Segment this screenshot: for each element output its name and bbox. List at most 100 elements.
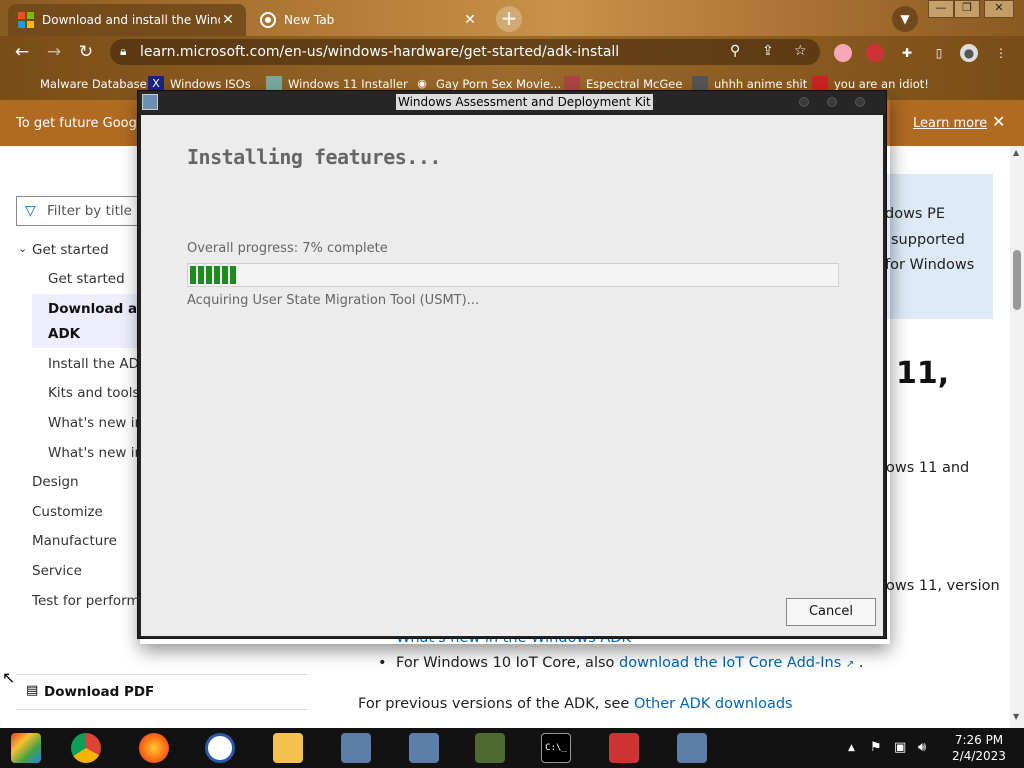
volume-icon[interactable]: 🔊︎ — [918, 740, 926, 755]
filter-input[interactable]: ▽ Filter by title — [16, 196, 156, 226]
start-logo-icon — [11, 733, 41, 763]
progress-block — [190, 266, 196, 284]
chevron-down-icon[interactable]: ⌄ — [18, 242, 27, 255]
bookmark-star-icon[interactable]: ☆ — [794, 43, 807, 59]
tab-adk-install[interactable]: Download and install the Windows ✕ — [8, 4, 246, 36]
search-icon[interactable]: ⚲ — [730, 43, 740, 59]
close-window-button[interactable]: ✕ — [984, 0, 1014, 18]
cancel-button[interactable]: Cancel — [786, 598, 876, 626]
toc-whats-new-2[interactable]: What's new in — [48, 445, 143, 461]
info-banner-text: To get future Google — [16, 116, 149, 131]
taskbar-obama-app[interactable] — [200, 730, 240, 766]
toc-service[interactable]: Service — [32, 563, 82, 579]
taskbar-minecraft[interactable] — [470, 730, 510, 766]
download-pdf-button[interactable]: ▤ Download PDF — [16, 674, 308, 710]
extensions-puzzle-icon[interactable]: ✚ — [898, 44, 916, 62]
bookmark-label: uhhh anime shit — [714, 77, 808, 91]
extension-avatar-icon[interactable] — [866, 44, 884, 62]
scrollbar-thumb[interactable] — [1013, 250, 1021, 310]
bookmark-label: Windows ISOs — [170, 77, 251, 91]
profile-icon[interactable]: ● — [960, 44, 978, 62]
taskbar-installer-3[interactable] — [672, 730, 712, 766]
toc-customize[interactable]: Customize — [32, 504, 103, 520]
toc-design[interactable]: Design — [32, 474, 79, 490]
forward-arrow-icon[interactable]: → — [42, 40, 66, 64]
toc-whats-new-1[interactable]: What's new in — [48, 415, 143, 431]
learn-more-link[interactable]: Learn more — [913, 116, 987, 131]
taskbar-file-explorer[interactable] — [268, 730, 308, 766]
url-text: learn.microsoft.com/en-us/windows-hardwa… — [140, 44, 620, 60]
bullet-dot: • — [378, 655, 387, 671]
address-bar[interactable]: 🔒︎ learn.microsoft.com/en-us/windows-har… — [110, 39, 820, 65]
bookmark-blank-icon — [18, 76, 34, 92]
minimize-dot-button[interactable] — [799, 97, 809, 107]
show-hidden-icons-chevron-icon[interactable]: ▲ — [848, 743, 855, 753]
action-center-flag-icon[interactable]: ⚑ — [870, 740, 882, 755]
other-adk-downloads-link[interactable]: Other ADK downloads — [634, 696, 793, 712]
pdf-document-icon: ▤ — [26, 683, 39, 698]
toc-download-adk-line2[interactable]: ADK — [48, 326, 80, 342]
tab-title: Download and install the Windows — [42, 13, 220, 27]
tab-close-icon[interactable]: ✕ — [220, 12, 236, 28]
tab-search-chevron-icon[interactable]: ▼ — [892, 6, 918, 32]
taskbar-installer-2[interactable] — [404, 730, 444, 766]
minecraft-block-icon — [475, 733, 505, 763]
menu-kebab-icon[interactable]: ⋮ — [992, 44, 1010, 62]
side-panel-icon[interactable]: ▯ — [930, 44, 948, 62]
progress-block — [198, 266, 204, 284]
iot-core-prefix: For Windows 10 IoT Core, also — [396, 655, 615, 671]
toc-manufacture[interactable]: Manufacture — [32, 533, 117, 549]
adk-installer-dialog: Windows Assessment and Deployment Kit In… — [137, 90, 887, 639]
previous-versions-text: For previous versions of the ADK, see Ot… — [358, 696, 793, 712]
system-clock[interactable]: 7:26 PM 2/4/2023 — [948, 732, 1010, 764]
progress-bar — [187, 263, 839, 287]
progress-status: Acquiring User State Migration Tool (USM… — [187, 293, 480, 308]
toc-install-adk[interactable]: Install the ADK — [48, 356, 148, 372]
command-prompt-icon: C:\_ — [541, 733, 571, 763]
browser-toolbar: ← → ↻ 🔒︎ learn.microsoft.com/en-us/windo… — [0, 36, 1024, 68]
toc-download-adk[interactable]: Download an — [48, 301, 147, 317]
progress-block — [214, 266, 220, 284]
obama-logo-icon — [205, 733, 235, 763]
close-dot-button[interactable] — [855, 97, 865, 107]
new-tab-button[interactable]: + — [496, 6, 522, 32]
installer-icon — [409, 733, 439, 763]
iot-core-addins-link[interactable]: download the IoT Core Add-Ins — [619, 655, 841, 671]
scroll-down-icon[interactable]: ▼ — [1013, 712, 1019, 721]
body-text-fragment: ows 11, version — [886, 578, 1000, 594]
network-icon[interactable]: ▣ — [894, 740, 906, 755]
extension-flag-icon[interactable] — [834, 44, 852, 62]
minimize-button[interactable]: — — [928, 0, 954, 18]
tab-close-icon[interactable]: ✕ — [462, 12, 478, 28]
restore-button[interactable]: ❐ — [954, 0, 980, 18]
dialog-titlebar[interactable]: Windows Assessment and Deployment Kit — [138, 91, 886, 113]
start-button[interactable] — [6, 730, 46, 766]
toc-get-started-group[interactable]: Get started — [32, 242, 109, 258]
taskbar-java-app[interactable] — [604, 730, 644, 766]
toc-get-started[interactable]: Get started — [48, 271, 125, 287]
taskbar-installer-1[interactable] — [336, 730, 376, 766]
reload-icon[interactable]: ↻ — [74, 40, 98, 64]
tab-title: New Tab — [284, 13, 335, 27]
maximize-dot-button[interactable] — [827, 97, 837, 107]
page-scrollbar[interactable]: ▲ ▼ — [1010, 146, 1024, 728]
scroll-up-icon[interactable]: ▲ — [1013, 148, 1019, 157]
bookmark-malware-database[interactable]: Malware Database — [18, 76, 147, 92]
back-arrow-icon[interactable]: ← — [10, 40, 34, 64]
microsoft-logo-icon — [18, 12, 34, 28]
progress-label: Overall progress: 7% complete — [187, 241, 388, 256]
toc-test-performance[interactable]: Test for performa — [32, 593, 148, 609]
taskbar-chrome[interactable] — [66, 730, 106, 766]
download-pdf-label: Download PDF — [44, 684, 155, 700]
close-icon[interactable]: ✕ — [992, 112, 1005, 131]
taskbar: C:\_ ▲ ⚑ ▣ 🔊︎ 7:26 PM 2/4/2023 — [0, 728, 1024, 768]
clock-time: 7:26 PM — [954, 733, 1004, 747]
clock-date: 2/4/2023 — [952, 749, 1006, 763]
taskbar-command-prompt[interactable]: C:\_ — [536, 730, 576, 766]
firefox-icon — [139, 733, 169, 763]
taskbar-firefox[interactable] — [134, 730, 174, 766]
lock-icon: 🔒︎ — [120, 44, 127, 58]
tab-new-tab[interactable]: New Tab ✕ — [250, 4, 488, 36]
progress-block — [230, 266, 236, 284]
share-icon[interactable]: ⇪ — [762, 43, 774, 59]
